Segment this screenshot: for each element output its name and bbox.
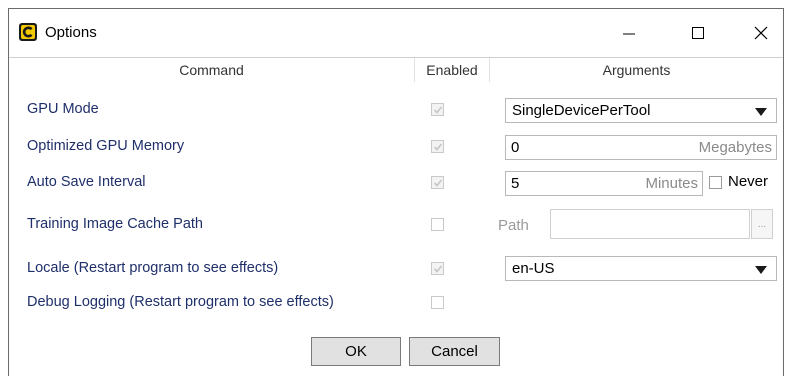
minimize-icon: [623, 33, 635, 34]
title-bar: Options: [9, 9, 783, 56]
gpu-memory-field[interactable]: 0 Megabytes: [505, 135, 777, 160]
options-table: Command Enabled Arguments GPU Mode Singl…: [9, 57, 783, 321]
command-label: Debug Logging (Restart program to see ef…: [27, 294, 334, 310]
chevron-down-icon: [755, 266, 767, 274]
command-label: Optimized GPU Memory: [27, 138, 185, 154]
enabled-checkbox[interactable]: [431, 218, 444, 231]
column-header-arguments[interactable]: Arguments: [490, 58, 783, 82]
enabled-checkbox[interactable]: [431, 296, 444, 309]
command-label: Training Image Cache Path: [27, 216, 203, 232]
checkmark-icon: [433, 143, 443, 151]
auto-save-interval-field[interactable]: 5 Minutes: [505, 171, 703, 196]
checkmark-icon: [433, 179, 443, 187]
browse-button[interactable]: ...: [751, 209, 773, 239]
command-label: Locale (Restart program to see effects): [27, 260, 279, 276]
command-label: Auto Save Interval: [27, 174, 146, 190]
enabled-checkbox[interactable]: [431, 140, 444, 153]
never-checkbox[interactable]: [709, 176, 722, 189]
command-label: GPU Mode: [27, 101, 99, 117]
cache-path-input[interactable]: [550, 209, 750, 239]
dialog-footer: OK Cancel: [9, 320, 783, 377]
maximize-icon: [692, 26, 704, 39]
enabled-checkbox[interactable]: [431, 103, 444, 116]
column-header-enabled[interactable]: Enabled: [415, 58, 490, 82]
gpu-mode-select[interactable]: SingleDevicePerTool: [505, 98, 777, 123]
app-logo-icon: [19, 23, 37, 41]
checkmark-icon: [433, 265, 443, 273]
enabled-checkbox[interactable]: [431, 176, 444, 189]
path-label: Path: [498, 217, 529, 234]
column-header-command[interactable]: Command: [9, 58, 415, 82]
options-dialog: Options Command Enabled Arguments GPU Mo…: [8, 8, 784, 377]
enabled-checkbox[interactable]: [431, 262, 444, 275]
close-icon: [754, 26, 768, 39]
cancel-button[interactable]: Cancel: [409, 337, 500, 366]
never-label: Never: [728, 173, 769, 190]
maximize-button[interactable]: [675, 9, 721, 56]
locale-select[interactable]: en-US: [505, 256, 777, 281]
minimize-button[interactable]: [606, 9, 652, 56]
checkmark-icon: [433, 106, 443, 114]
window-title: Options: [45, 24, 97, 41]
close-button[interactable]: [738, 9, 784, 56]
ok-button[interactable]: OK: [311, 337, 401, 366]
chevron-down-icon: [755, 108, 767, 116]
